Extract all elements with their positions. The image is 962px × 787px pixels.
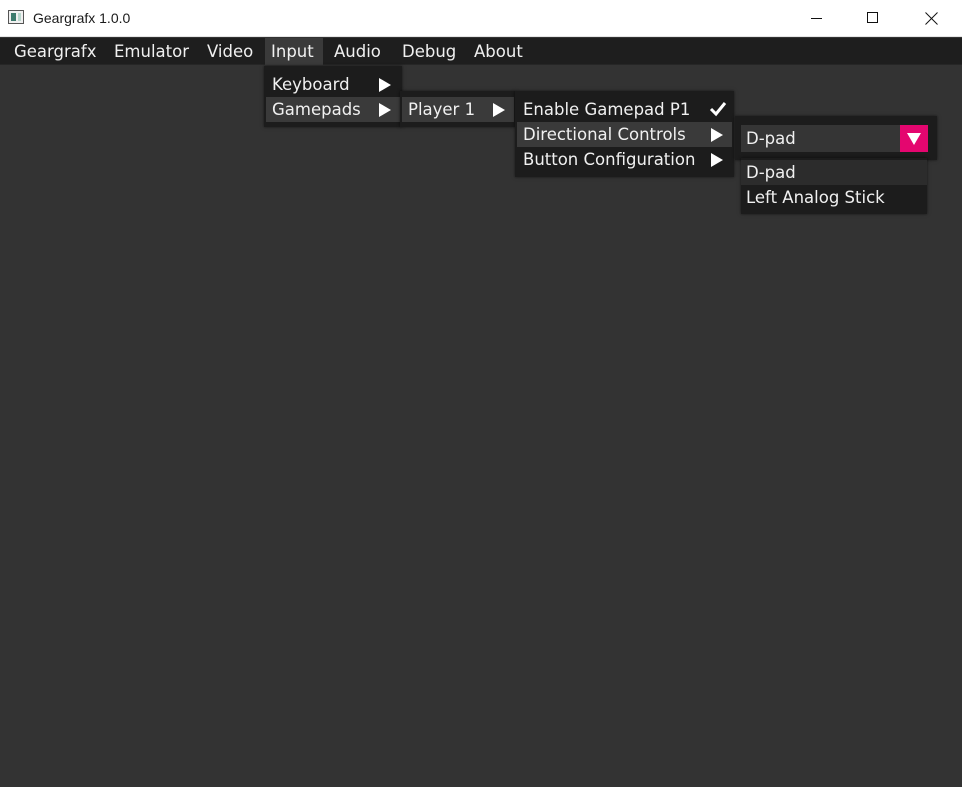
input-menu-popup: Keyboard Gamepads (264, 66, 402, 127)
menu-geargrafx[interactable]: Geargrafx (8, 38, 102, 65)
menu-emulator[interactable]: Emulator (108, 38, 195, 65)
menu-input[interactable]: Input (265, 38, 323, 65)
menu-item-keyboard[interactable]: Keyboard (266, 72, 400, 97)
close-icon (924, 11, 938, 25)
menu-item-gamepads[interactable]: Gamepads (266, 97, 400, 122)
menu-item-player-1[interactable]: Player 1 (402, 97, 514, 122)
app-window: Geargrafx 1.0.0 Geargrafx Emulator Video… (0, 0, 962, 787)
directional-controls-combo[interactable]: D-pad (741, 125, 928, 152)
menu-item-label: Player 1 (408, 100, 476, 119)
maximize-icon (867, 12, 878, 23)
directional-controls-popup: D-pad (735, 116, 937, 160)
title-bar[interactable]: Geargrafx 1.0.0 (0, 0, 962, 37)
window-title: Geargrafx 1.0.0 (33, 10, 131, 26)
maximize-button[interactable] (850, 0, 896, 36)
menu-item-label: Enable Gamepad P1 (523, 100, 691, 119)
menu-item-enable-gamepad-p1[interactable]: Enable Gamepad P1 (517, 97, 732, 122)
triangle-right-icon (711, 128, 723, 142)
combo-option-d-pad[interactable]: D-pad (741, 160, 927, 185)
combo-value: D-pad (746, 129, 796, 148)
triangle-right-icon (379, 103, 391, 117)
menu-video[interactable]: Video (201, 38, 259, 65)
menu-item-label: Keyboard (272, 75, 350, 94)
menu-item-directional-controls[interactable]: Directional Controls (517, 122, 732, 147)
menu-bar: Geargrafx Emulator Video Input Audio Deb… (0, 38, 962, 65)
triangle-right-icon (493, 103, 505, 117)
minimize-button[interactable] (794, 0, 840, 36)
triangle-right-icon (711, 153, 723, 167)
close-button[interactable] (908, 0, 954, 36)
menu-item-label: Directional Controls (523, 125, 686, 144)
menu-debug[interactable]: Debug (396, 38, 462, 65)
menu-item-button-configuration[interactable]: Button Configuration (517, 147, 732, 172)
menu-item-label: Gamepads (272, 100, 361, 119)
menu-audio[interactable]: Audio (328, 38, 387, 65)
menu-about[interactable]: About (468, 38, 529, 65)
minimize-icon (811, 18, 822, 19)
menu-item-label: Button Configuration (523, 150, 696, 169)
combo-options-list: D-pad Left Analog Stick (741, 158, 927, 214)
combo-dropdown-button[interactable] (900, 125, 928, 152)
triangle-down-icon (907, 132, 921, 145)
combo-option-left-analog-stick[interactable]: Left Analog Stick (741, 185, 927, 210)
player1-menu-popup: Enable Gamepad P1 Directional Controls B… (515, 91, 734, 177)
checkmark-icon (709, 102, 727, 117)
app-icon (8, 10, 24, 24)
gamepads-menu-popup: Player 1 (400, 91, 516, 127)
triangle-right-icon (379, 78, 391, 92)
